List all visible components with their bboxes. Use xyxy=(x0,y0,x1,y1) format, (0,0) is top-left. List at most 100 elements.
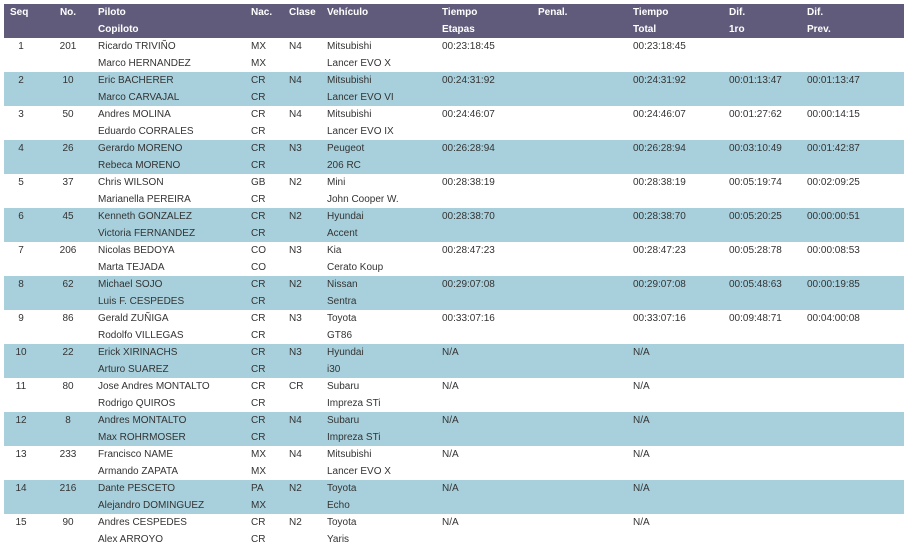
vehicle-model-cell: Echo xyxy=(327,500,350,511)
copilot-nationality-cell: CR xyxy=(251,160,266,171)
total-time-cell: 00:33:07:16 xyxy=(633,313,686,324)
class-cell: N2 xyxy=(289,279,302,290)
car-number-cell: 50 xyxy=(62,109,74,120)
header-penal: Penal. xyxy=(538,7,568,18)
result-row-copilot: Rodrigo QUIROS CR Impreza STi xyxy=(4,395,904,412)
result-row-pilot: 1 201 Ricardo TRIVIÑO MX N4 Mitsubishi 00:23:1… xyxy=(4,38,904,55)
header-vehiculo: Vehículo xyxy=(327,7,369,18)
header-total: Total xyxy=(633,24,657,35)
result-row-copilot: Alejandro DOMINGUEZ MX Echo xyxy=(4,497,904,514)
empty-cell xyxy=(4,293,38,310)
empty-cell xyxy=(538,55,633,72)
gap-to-first-cell xyxy=(729,480,807,497)
copilot-nationality-cell: CR xyxy=(251,92,266,103)
empty-cell xyxy=(38,327,98,344)
empty-cell xyxy=(289,361,327,378)
copilot-nationality-cell: MX xyxy=(251,466,266,477)
seq-cell: 1 xyxy=(18,41,24,52)
empty-cell xyxy=(633,327,729,344)
empty-cell xyxy=(729,531,807,548)
pilot-name-cell: Francisco NAME xyxy=(98,449,174,460)
table-body: 1 201 Ricardo TRIVIÑO MX N4 Mitsubishi 00:23:1… xyxy=(4,38,904,548)
header-nac: Nac. xyxy=(251,7,273,18)
gap-to-previous-cell: 00:00:00:51 xyxy=(807,211,860,222)
vehicle-model-cell: Sentra xyxy=(327,296,357,307)
empty-cell xyxy=(538,293,633,310)
copilot-name-cell: Alejandro DOMINGUEZ xyxy=(98,500,205,511)
empty-cell xyxy=(442,191,538,208)
gap-to-first-cell xyxy=(729,38,807,55)
car-number-cell: 62 xyxy=(62,279,74,290)
result-row-copilot: Marco CARVAJAL CR Lancer EVO VI xyxy=(4,89,904,106)
copilot-nationality-cell: CR xyxy=(251,228,266,239)
vehicle-model-cell: Lancer EVO X xyxy=(327,58,391,69)
class-cell: N2 xyxy=(289,211,302,222)
pilot-nationality-cell: CR xyxy=(251,143,266,154)
result-row-pilot: 10 22 Erick XIRINACHS CR N3 Hyundai N/A N/A xyxy=(4,344,904,361)
vehicle-make-cell: Peugeot xyxy=(327,143,365,154)
empty-cell xyxy=(729,327,807,344)
header-empty xyxy=(327,21,442,38)
stage-time-cell: N/A xyxy=(442,449,459,460)
empty-cell xyxy=(4,89,38,106)
header-tiempo-etapas: Tiempo xyxy=(442,7,478,18)
penalty-cell xyxy=(538,446,633,463)
copilot-name-cell: Rebeca MORENO xyxy=(98,160,181,171)
empty-cell xyxy=(4,361,38,378)
result-row-pilot: 9 86 Gerald ZUÑIGA CR N3 Toyota 00:33:07:16 00:… xyxy=(4,310,904,327)
empty-cell xyxy=(807,225,904,242)
penalty-cell xyxy=(538,38,633,55)
empty-cell xyxy=(289,259,327,276)
empty-cell xyxy=(289,327,327,344)
vehicle-model-cell: John Cooper W. xyxy=(327,194,399,205)
empty-cell xyxy=(807,361,904,378)
result-row-pilot: 7 206 Nicolas BEDOYA CO N3 Kia 00:28:47:23 00:2… xyxy=(4,242,904,259)
empty-cell xyxy=(442,395,538,412)
pilot-name-cell: Michael SOJO xyxy=(98,279,163,290)
penalty-cell xyxy=(538,242,633,259)
total-time-cell: N/A xyxy=(633,381,650,392)
vehicle-model-cell: 206 RC xyxy=(327,160,361,171)
empty-cell xyxy=(289,89,327,106)
result-row-copilot: Eduardo CORRALES CR Lancer EVO IX xyxy=(4,123,904,140)
pilot-nationality-cell: GB xyxy=(251,177,266,188)
empty-cell xyxy=(633,259,729,276)
result-row-pilot: 3 50 Andres MOLINA CR N4 Mitsubishi 00:24:46:0… xyxy=(4,106,904,123)
pilot-name-cell: Erick XIRINACHS xyxy=(98,347,178,358)
empty-cell xyxy=(729,123,807,140)
empty-cell xyxy=(807,395,904,412)
gap-to-first-cell: 00:01:13:47 xyxy=(729,75,782,86)
stage-time-cell: 00:28:38:70 xyxy=(442,211,495,222)
result-row-copilot: Luis F. CESPEDES CR Sentra xyxy=(4,293,904,310)
total-time-cell: N/A xyxy=(633,449,650,460)
copilot-name-cell: Eduardo CORRALES xyxy=(98,126,194,137)
copilot-nationality-cell: MX xyxy=(251,500,266,511)
empty-cell xyxy=(289,497,327,514)
empty-cell xyxy=(807,531,904,548)
copilot-name-cell: Marta TEJADA xyxy=(98,262,165,273)
gap-to-previous-cell xyxy=(807,480,904,497)
seq-cell: 4 xyxy=(18,143,24,154)
pilot-nationality-cell: CR xyxy=(251,517,266,528)
empty-cell xyxy=(442,225,538,242)
stage-time-cell: N/A xyxy=(442,347,459,358)
empty-cell xyxy=(807,497,904,514)
car-number-cell: 26 xyxy=(62,143,74,154)
vehicle-model-cell: Yaris xyxy=(327,534,350,545)
empty-cell xyxy=(807,293,904,310)
vehicle-make-cell: Hyundai xyxy=(327,211,364,222)
vehicle-make-cell: Mini xyxy=(327,177,346,188)
empty-cell xyxy=(442,89,538,106)
empty-cell xyxy=(633,89,729,106)
header-etapas: Etapas xyxy=(442,24,475,35)
empty-cell xyxy=(4,123,38,140)
pilot-nationality-cell: CR xyxy=(251,381,266,392)
class-cell: N4 xyxy=(289,41,302,52)
empty-cell xyxy=(38,191,98,208)
header-seq: Seq xyxy=(10,7,29,18)
header-prev: Prev. xyxy=(807,24,831,35)
seq-cell: 13 xyxy=(15,449,27,460)
empty-cell xyxy=(289,429,327,446)
empty-cell xyxy=(38,395,98,412)
copilot-nationality-cell: MX xyxy=(251,58,266,69)
